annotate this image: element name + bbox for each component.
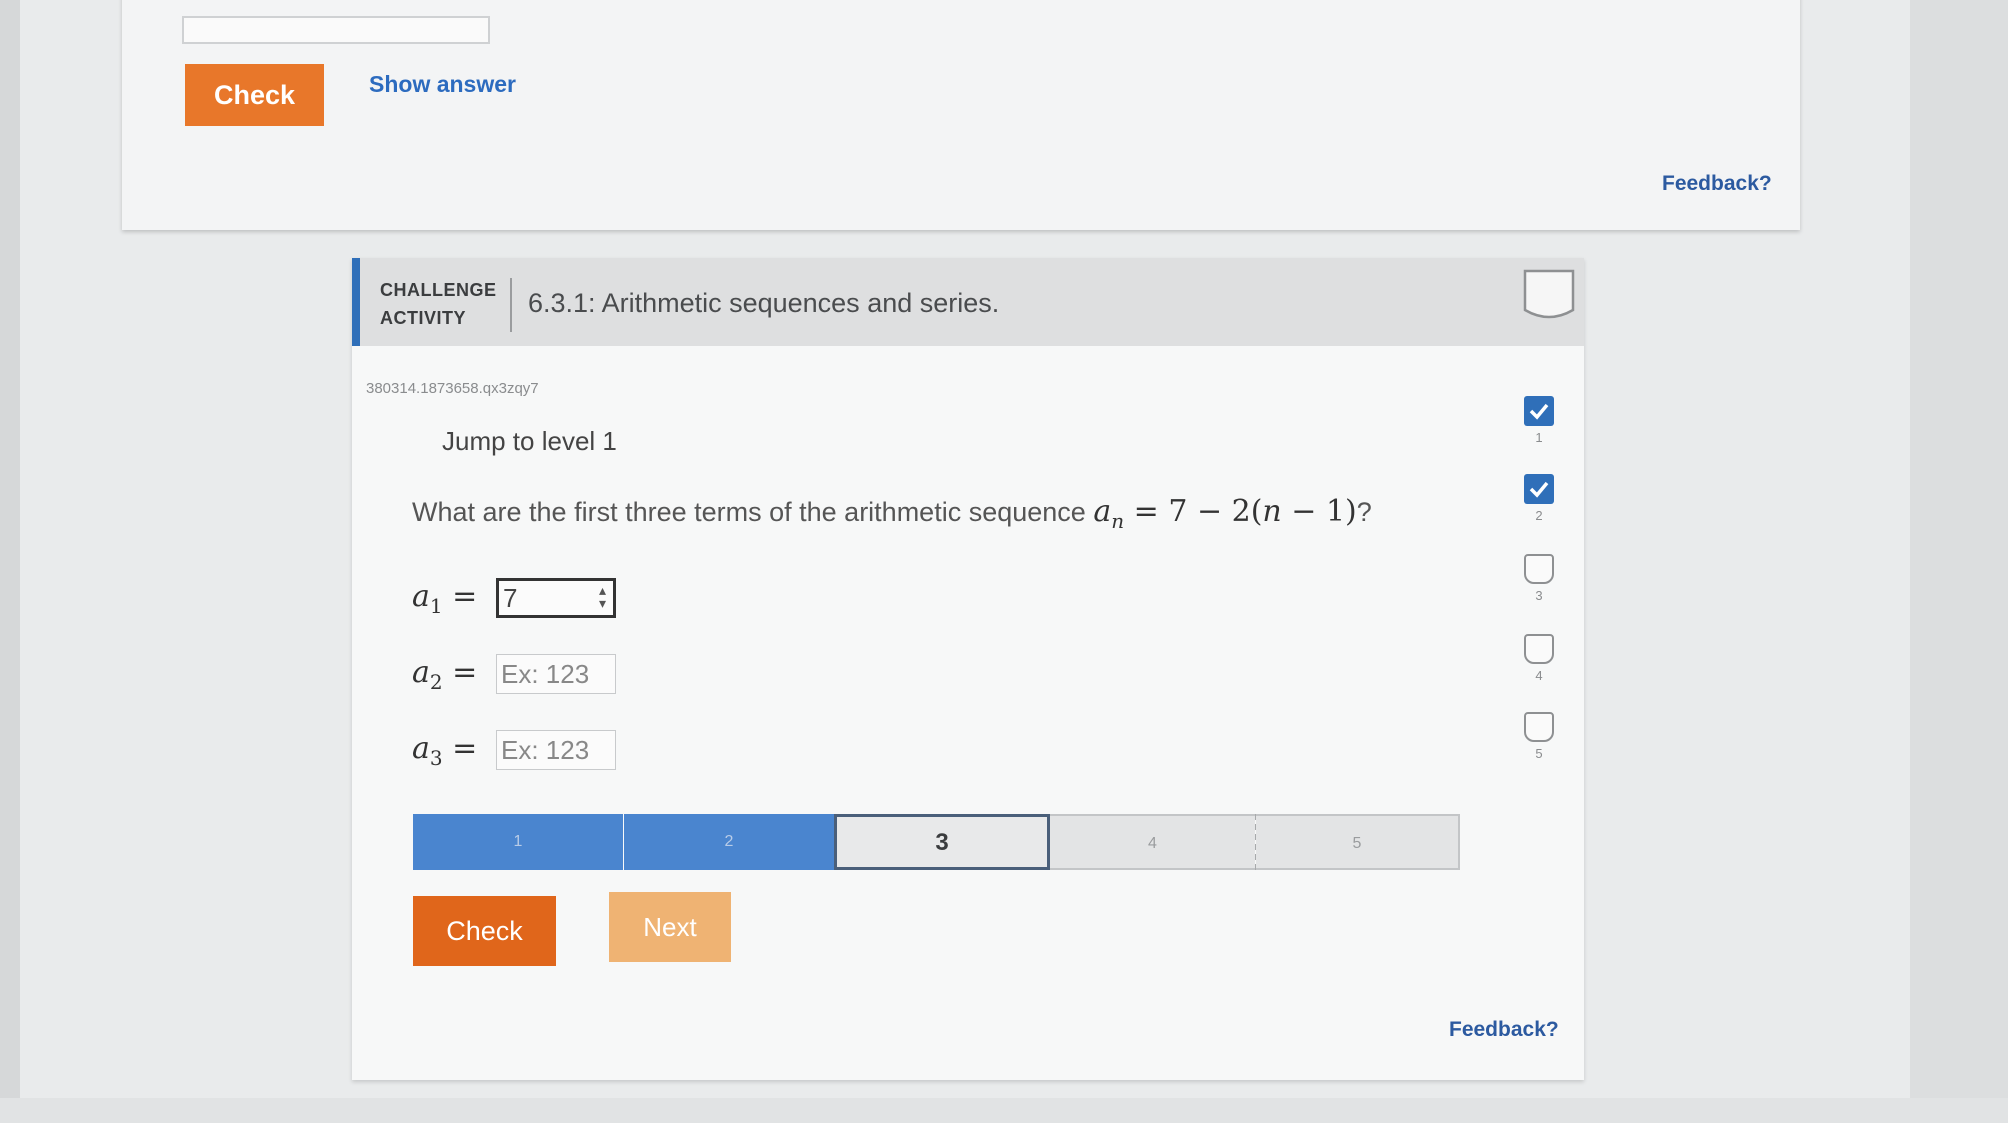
challenge-activity-label: CHALLENGE ACTIVITY bbox=[380, 276, 502, 332]
question-end: ? bbox=[1356, 497, 1372, 527]
level-number: 1 bbox=[1535, 430, 1543, 445]
answer-row-a1: a1 = ▴▾ bbox=[412, 576, 616, 620]
level-3[interactable]: 3 bbox=[1522, 554, 1556, 603]
progress-segment-1[interactable]: 1 bbox=[413, 814, 623, 870]
page-bottom-area bbox=[0, 1098, 2008, 1123]
question-text: What are the first three terms of the ar… bbox=[412, 497, 1086, 527]
page-right-edge bbox=[1910, 0, 2008, 1123]
jump-to-level-link[interactable]: Jump to level 1 bbox=[442, 426, 617, 457]
checkbox-empty-icon bbox=[1524, 712, 1554, 742]
answer-row-a2: a2 = bbox=[412, 652, 616, 696]
level-number: 3 bbox=[1535, 588, 1543, 603]
level-1[interactable]: 1 bbox=[1522, 396, 1556, 445]
header-label-line2: ACTIVITY bbox=[380, 308, 467, 328]
check-button-top[interactable]: Check bbox=[185, 64, 324, 126]
checkbox-checked-icon bbox=[1524, 396, 1554, 426]
level-progress-bar: 1 2 3 4 5 bbox=[413, 814, 1460, 870]
challenge-header: CHALLENGE ACTIVITY 6.3.1: Arithmetic seq… bbox=[352, 258, 1584, 346]
level-5[interactable]: 5 bbox=[1522, 712, 1556, 761]
activity-id: 380314.1873658.qx3zqy7 bbox=[366, 380, 539, 397]
progress-segment-3[interactable]: 3 bbox=[834, 814, 1050, 870]
a1-input-wrapper: ▴▾ bbox=[496, 578, 616, 618]
answer-row-a3: a3 = bbox=[412, 728, 616, 772]
header-divider bbox=[510, 278, 512, 332]
completion-badge-icon bbox=[1523, 269, 1575, 319]
level-number: 2 bbox=[1535, 508, 1543, 523]
a2-input[interactable] bbox=[496, 654, 616, 694]
question-prompt: What are the first three terms of the ar… bbox=[412, 494, 1372, 533]
level-number: 4 bbox=[1535, 668, 1543, 683]
feedback-link[interactable]: Feedback? bbox=[1449, 1018, 1559, 1042]
sequence-formula: an bbox=[1093, 494, 1125, 533]
level-number: 5 bbox=[1535, 746, 1543, 761]
page-left-edge bbox=[0, 0, 20, 1123]
level-4[interactable]: 4 bbox=[1522, 634, 1556, 683]
progress-segment-2[interactable]: 2 bbox=[624, 814, 834, 870]
spinner-arrows-icon[interactable]: ▴ ▾ bbox=[599, 583, 606, 610]
progress-segment-5[interactable]: 5 bbox=[1256, 814, 1460, 870]
progress-segment-4[interactable]: 4 bbox=[1050, 814, 1255, 870]
feedback-link-top[interactable]: Feedback? bbox=[1662, 172, 1772, 196]
a3-input[interactable] bbox=[496, 730, 616, 770]
previous-answer-input[interactable] bbox=[182, 16, 490, 44]
check-button[interactable]: Check bbox=[413, 896, 556, 966]
a3-label: a3 = bbox=[412, 730, 478, 770]
a1-label: a1 = bbox=[412, 578, 478, 618]
checkbox-checked-icon bbox=[1524, 474, 1554, 504]
checkbox-empty-icon bbox=[1524, 634, 1554, 664]
next-button[interactable]: Next bbox=[609, 892, 731, 962]
level-2[interactable]: 2 bbox=[1522, 474, 1556, 523]
challenge-activity-card: CHALLENGE ACTIVITY 6.3.1: Arithmetic seq… bbox=[352, 258, 1584, 1080]
activity-title: 6.3.1: Arithmetic sequences and series. bbox=[528, 288, 1000, 318]
a2-label: a2 = bbox=[412, 654, 478, 694]
previous-activity-card: Check Show answer Feedback? bbox=[122, 0, 1800, 230]
header-label-line1: CHALLENGE bbox=[380, 280, 497, 300]
checkbox-empty-icon bbox=[1524, 554, 1554, 584]
show-answer-link[interactable]: Show answer bbox=[369, 72, 516, 96]
